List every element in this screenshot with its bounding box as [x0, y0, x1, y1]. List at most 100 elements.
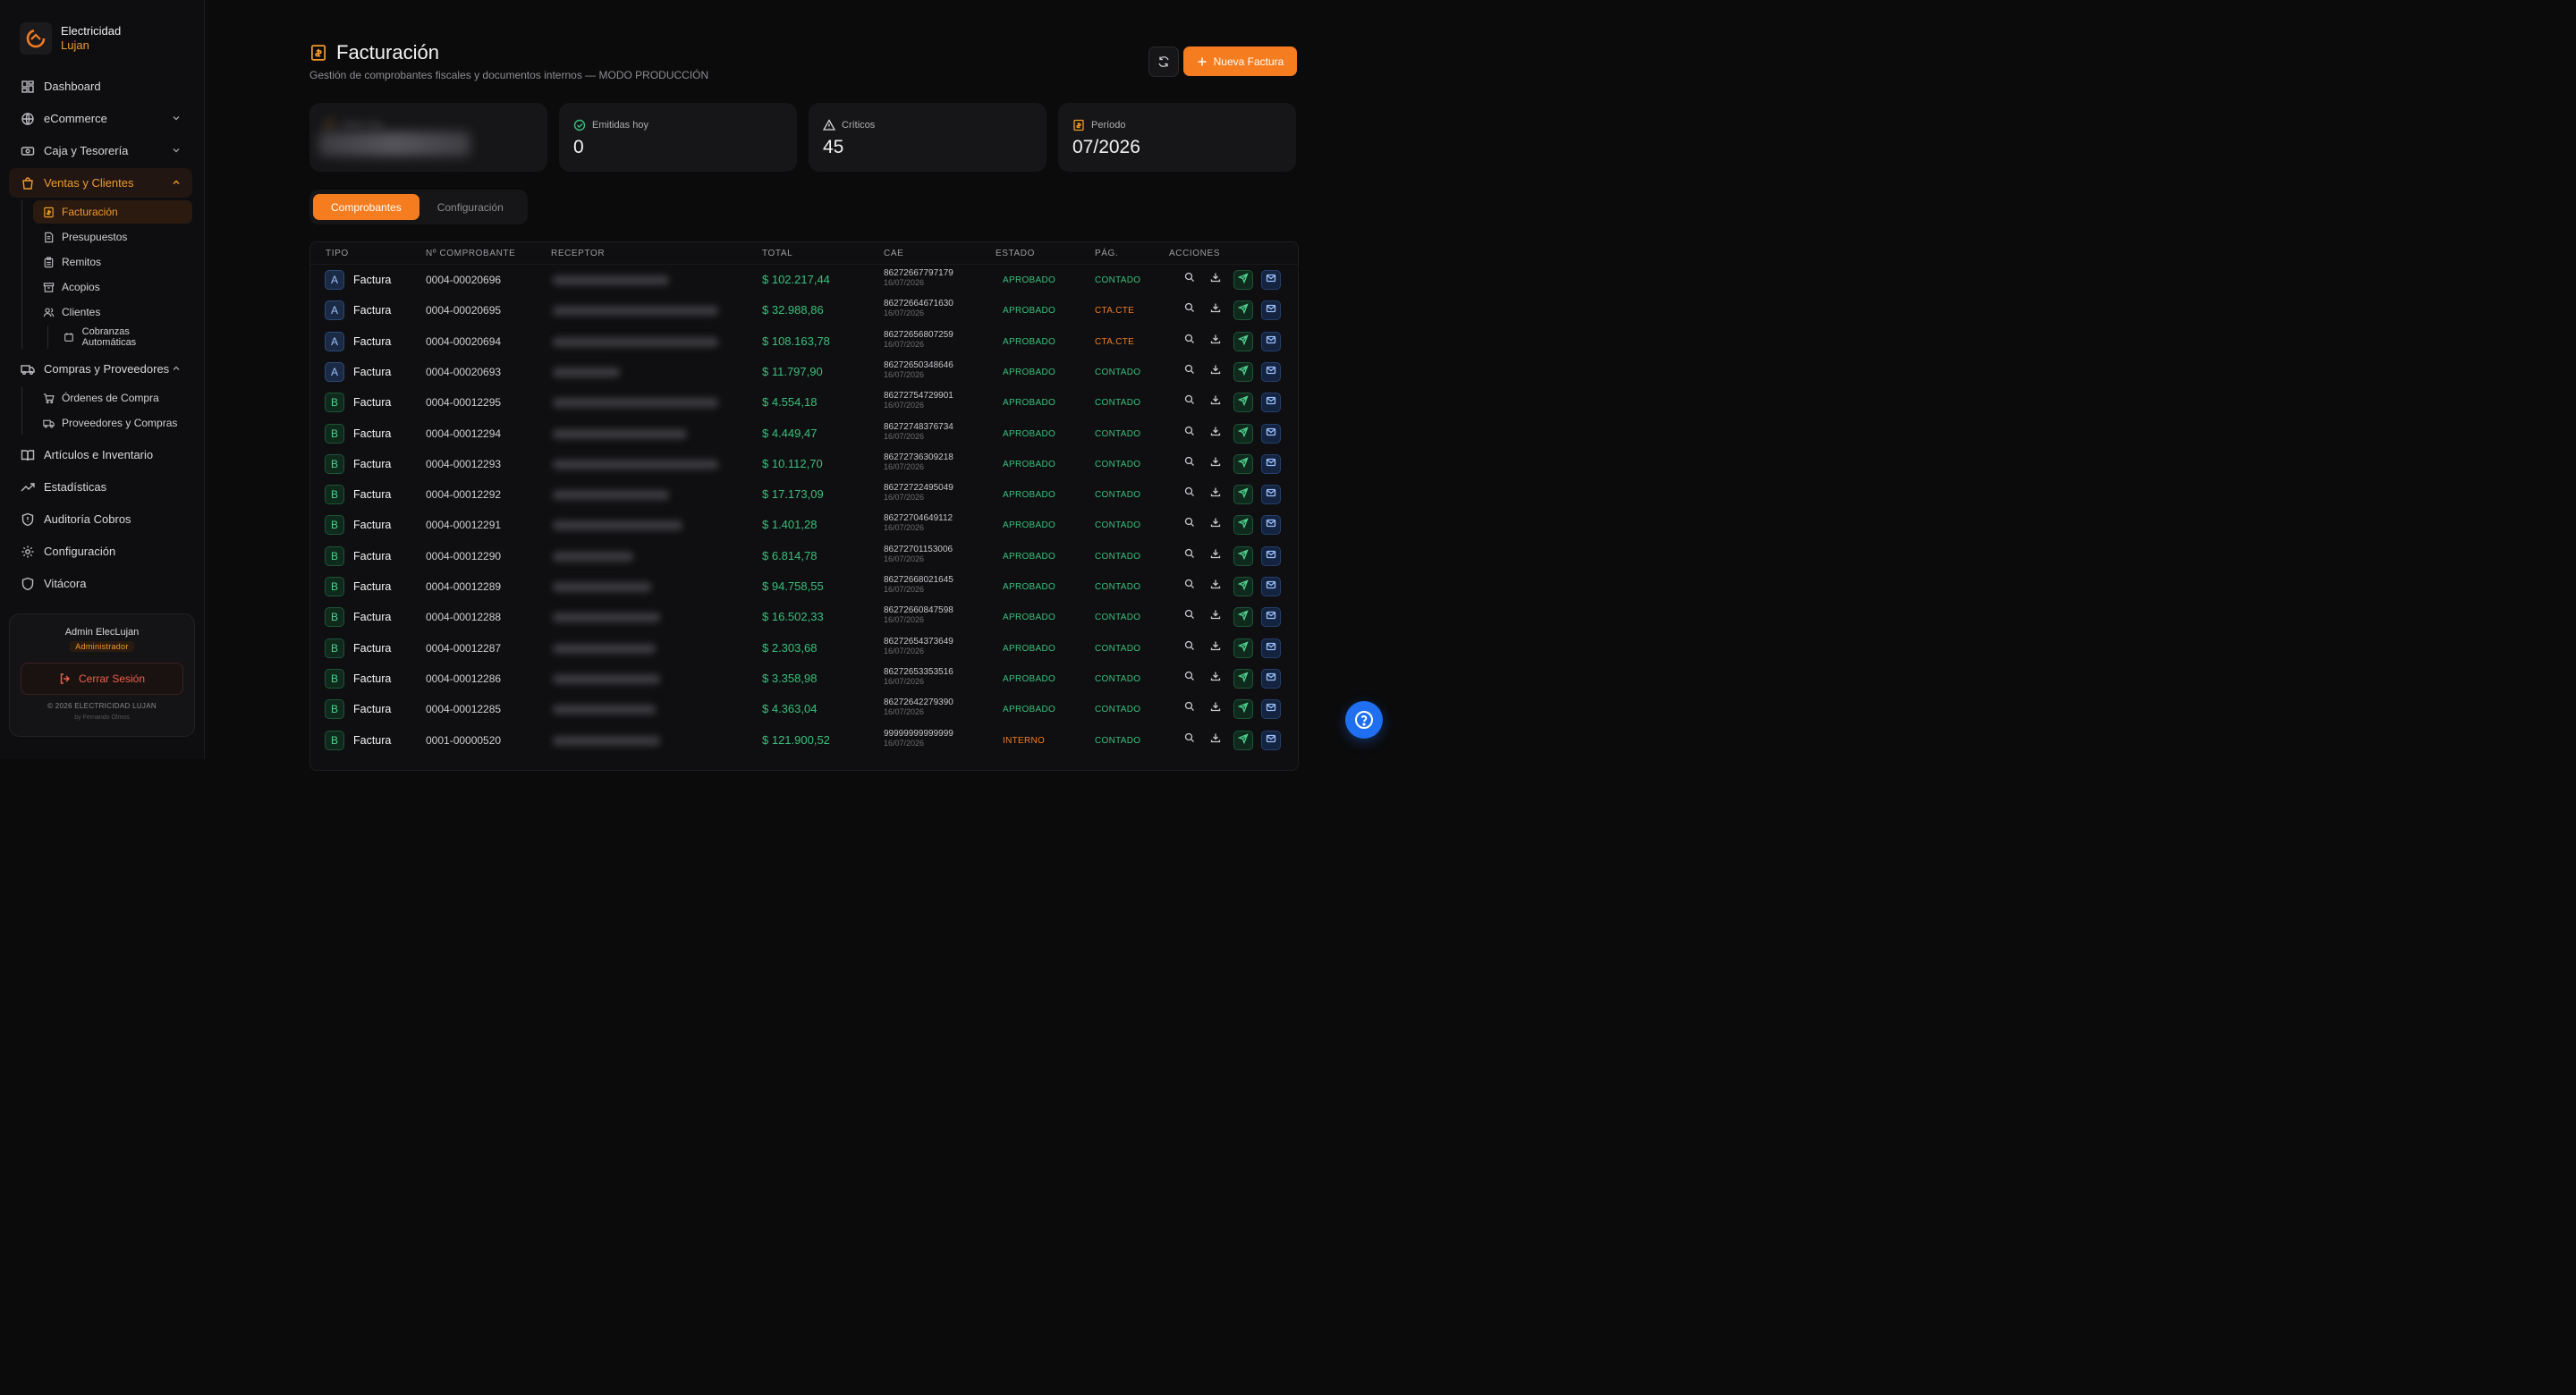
send-button[interactable] — [1233, 730, 1253, 750]
sidebar-item-vitacora[interactable]: Vitácora — [9, 569, 192, 598]
sidebar-item-clientes[interactable]: Clientes — [33, 300, 192, 324]
sidebar-item-caja[interactable]: Caja y Tesorería — [9, 136, 192, 165]
email-button[interactable] — [1261, 668, 1281, 689]
email-button[interactable] — [1261, 545, 1281, 566]
view-button[interactable] — [1181, 607, 1199, 625]
download-button[interactable] — [1207, 485, 1224, 503]
table-row[interactable]: A Factura 0004-00020695 $ 32.988,86 86272664… — [310, 294, 1298, 325]
table-row[interactable]: B Factura 0004-00012294 $ 4.449,47 862727483… — [310, 418, 1298, 448]
sidebar-item-cobranzas[interactable]: Cobranzas Automáticas — [54, 326, 192, 349]
table-row[interactable]: B Factura 0004-00012289 $ 94.758,55 86272668… — [310, 571, 1298, 601]
send-button[interactable] — [1233, 577, 1253, 596]
tab-comprobantes[interactable]: Comprobantes — [313, 194, 419, 220]
sidebar-item-facturacion[interactable]: Facturación — [33, 200, 192, 224]
view-button[interactable] — [1181, 270, 1199, 288]
view-button[interactable] — [1181, 546, 1199, 564]
email-button[interactable] — [1261, 515, 1281, 536]
col-estado[interactable]: ESTADO — [996, 249, 1035, 258]
sidebar-item-acopios[interactable]: Acopios — [33, 275, 192, 299]
download-button[interactable] — [1207, 332, 1224, 350]
col-receptor[interactable]: RECEPTOR — [551, 249, 605, 258]
email-button[interactable] — [1261, 730, 1281, 750]
col-total[interactable]: TOTAL — [762, 249, 792, 258]
view-button[interactable] — [1181, 362, 1199, 380]
email-button[interactable] — [1261, 300, 1281, 321]
send-button[interactable] — [1233, 423, 1253, 444]
view-button[interactable] — [1181, 485, 1199, 503]
table-row[interactable]: B Factura 0004-00012295 $ 4.554,18 862727547… — [310, 386, 1298, 417]
table-row[interactable]: A Factura 0004-00020693 $ 11.797,90 86272650… — [310, 356, 1298, 386]
email-button[interactable] — [1261, 393, 1281, 413]
table-row[interactable]: B Factura 0004-00012288 $ 16.502,33 86272660… — [310, 601, 1298, 631]
view-button[interactable] — [1181, 515, 1199, 533]
brand[interactable]: Electricidad Lujan — [20, 22, 121, 55]
view-button[interactable] — [1181, 393, 1199, 410]
col-numero[interactable]: Nº COMPROBANTE — [426, 249, 515, 258]
sidebar-item-dashboard[interactable]: Dashboard — [9, 72, 192, 101]
send-button[interactable] — [1233, 361, 1253, 382]
download-button[interactable] — [1207, 731, 1224, 748]
table-row[interactable]: B Factura 0004-00012287 $ 2.303,68 862726543… — [310, 632, 1298, 663]
table-row[interactable]: A Factura 0004-00020694 $ 108.163,78 8627265… — [310, 326, 1298, 356]
download-button[interactable] — [1207, 300, 1224, 318]
col-pag[interactable]: PÁG. — [1095, 249, 1118, 258]
download-button[interactable] — [1207, 424, 1224, 442]
sidebar-item-presupuestos[interactable]: Presupuestos — [33, 225, 192, 249]
send-button[interactable] — [1233, 638, 1253, 658]
col-cae[interactable]: CAE — [884, 249, 903, 258]
send-button[interactable] — [1233, 515, 1253, 536]
send-button[interactable] — [1233, 331, 1253, 351]
sidebar-item-configuracion[interactable]: Configuración — [9, 537, 192, 566]
table-row[interactable]: B Factura 0001-00000520 $ 121.900,52 9999999… — [310, 724, 1298, 755]
new-invoice-button[interactable]: Nueva Factura — [1183, 46, 1297, 76]
download-button[interactable] — [1207, 638, 1224, 656]
email-button[interactable] — [1261, 331, 1281, 351]
download-button[interactable] — [1207, 669, 1224, 687]
col-tipo[interactable]: TIPO — [326, 249, 349, 258]
send-button[interactable] — [1233, 270, 1253, 290]
view-button[interactable] — [1181, 638, 1199, 656]
sidebar-item-estadisticas[interactable]: Estadísticas — [9, 472, 192, 502]
download-button[interactable] — [1207, 454, 1224, 472]
table-row[interactable]: B Factura 0004-00012292 $ 17.173,09 86272722… — [310, 478, 1298, 509]
table-row[interactable]: A Factura 0004-00020696 $ 102.217,44 8627266… — [310, 264, 1298, 294]
email-button[interactable] — [1261, 638, 1281, 658]
tab-configuracion[interactable]: Configuración — [419, 194, 521, 220]
download-button[interactable] — [1207, 270, 1224, 288]
download-button[interactable] — [1207, 699, 1224, 717]
download-button[interactable] — [1207, 546, 1224, 564]
send-button[interactable] — [1233, 300, 1253, 321]
sidebar-item-proveedores[interactable]: Proveedores y Compras — [33, 411, 192, 435]
send-button[interactable] — [1233, 485, 1253, 505]
view-button[interactable] — [1181, 332, 1199, 350]
refresh-button[interactable] — [1148, 46, 1179, 77]
view-button[interactable] — [1181, 669, 1199, 687]
send-button[interactable] — [1233, 607, 1253, 628]
send-button[interactable] — [1233, 545, 1253, 566]
email-button[interactable] — [1261, 699, 1281, 720]
view-button[interactable] — [1181, 577, 1199, 595]
email-button[interactable] — [1261, 607, 1281, 628]
view-button[interactable] — [1181, 699, 1199, 717]
send-button[interactable] — [1233, 668, 1253, 689]
view-button[interactable] — [1181, 300, 1199, 318]
sidebar-item-ventas[interactable]: Ventas y Clientes — [9, 168, 192, 198]
email-button[interactable] — [1261, 270, 1281, 290]
email-button[interactable] — [1261, 485, 1281, 505]
email-button[interactable] — [1261, 361, 1281, 382]
download-button[interactable] — [1207, 362, 1224, 380]
table-row[interactable]: B Factura 0004-00012285 $ 4.363,04 862726422… — [310, 693, 1298, 723]
email-button[interactable] — [1261, 423, 1281, 444]
download-button[interactable] — [1207, 393, 1224, 410]
help-button[interactable] — [1345, 701, 1383, 739]
view-button[interactable] — [1181, 731, 1199, 748]
view-button[interactable] — [1181, 424, 1199, 442]
sidebar-item-remitos[interactable]: Remitos — [33, 250, 192, 274]
download-button[interactable] — [1207, 515, 1224, 533]
send-button[interactable] — [1233, 393, 1253, 413]
download-button[interactable] — [1207, 577, 1224, 595]
sidebar-item-ecommerce[interactable]: eCommerce — [9, 104, 192, 133]
sidebar-item-auditoria[interactable]: Auditoría Cobros — [9, 504, 192, 534]
sidebar-item-articulos[interactable]: Artículos e Inventario — [9, 440, 192, 469]
email-button[interactable] — [1261, 453, 1281, 474]
